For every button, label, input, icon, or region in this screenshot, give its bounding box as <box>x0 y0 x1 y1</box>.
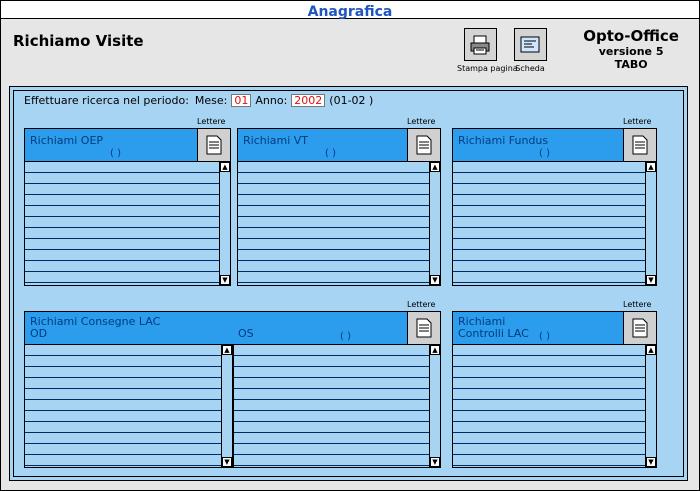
card-button[interactable]: Scheda <box>512 28 548 73</box>
month-field[interactable]: 01 <box>231 94 252 107</box>
panel-lac-od-list[interactable]: ▲ ▼ <box>24 345 233 468</box>
panel-fundus: Lettere Richiami Fundus ( ) ▲ ▼ <box>452 117 657 286</box>
window-title: Anagrafica <box>307 4 393 20</box>
letters-button-fundus[interactable] <box>623 128 657 162</box>
letters-label: Lettere <box>623 300 652 309</box>
arrow-down-icon[interactable]: ▼ <box>430 457 440 467</box>
printer-icon <box>470 35 490 54</box>
arrow-up-icon[interactable]: ▲ <box>646 162 656 172</box>
app-window: Anagrafica Richiamo Visite Stampa pagina… <box>0 0 700 491</box>
panel-oep: Lettere Richiami OEP ( ) ▲ ▼ <box>24 117 231 286</box>
panel-lac-os-list[interactable]: ▲ ▼ <box>233 345 441 468</box>
panel-oep-title: Richiami OEP <box>30 134 104 147</box>
card-label: Scheda <box>515 64 545 73</box>
letters-button-oep[interactable] <box>197 128 231 162</box>
panel-lac-controlli-count: ( ) <box>539 331 550 342</box>
document-icon <box>416 318 432 338</box>
scrollbar[interactable]: ▲ ▼ <box>221 345 232 467</box>
panel-lac-controlli-header: Richiami Controlli LAC <box>452 311 624 345</box>
panel-lac-consegne-title: Richiami Consegne LAC <box>30 315 161 328</box>
arrow-up-icon[interactable]: ▲ <box>646 345 656 355</box>
period-text: (01-02 ) <box>329 94 374 107</box>
panel-oep-count: ( ) <box>110 148 121 159</box>
arrow-up-icon[interactable]: ▲ <box>430 162 440 172</box>
od-label: OD <box>30 327 48 340</box>
title-bar: Anagrafica <box>1 1 699 20</box>
panel-vt-header: Richiami VT <box>237 128 408 162</box>
brand-version: versione 5 <box>598 45 664 58</box>
scrollbar[interactable]: ▲ ▼ <box>645 162 656 285</box>
arrow-up-icon[interactable]: ▲ <box>220 162 230 172</box>
letters-label: Lettere <box>197 117 226 126</box>
panel-lac-consegne: Lettere Richiami Consegne LAC OD OS ( ) … <box>24 300 441 468</box>
scrollbar[interactable]: ▲ ▼ <box>219 162 230 285</box>
panel-fundus-title: Richiami Fundus <box>458 134 549 147</box>
panel-lac-controlli: Lettere Richiami Controlli LAC ( ) ▲ ▼ <box>452 300 657 468</box>
arrow-down-icon[interactable]: ▼ <box>430 275 440 285</box>
scrollbar[interactable]: ▲ ▼ <box>429 345 440 467</box>
panel-lac-consegne-count: ( ) <box>340 331 351 342</box>
letters-label: Lettere <box>623 117 652 126</box>
panel-fundus-header: Richiami Fundus <box>452 128 624 162</box>
brand-user: TABO <box>614 58 648 71</box>
scrollbar[interactable]: ▲ ▼ <box>429 162 440 285</box>
panel-lac-controlli-list[interactable]: ▲ ▼ <box>452 345 657 468</box>
panel-oep-list[interactable]: ▲ ▼ <box>24 162 231 286</box>
panel-fundus-list[interactable]: ▲ ▼ <box>452 162 657 286</box>
panel-vt-count: ( ) <box>325 148 336 159</box>
arrow-down-icon[interactable]: ▼ <box>222 457 232 467</box>
panel-fundus-count: ( ) <box>539 148 550 159</box>
page-title: Richiamo Visite <box>13 32 144 50</box>
print-page-label: Stampa pagina <box>457 64 518 73</box>
main-panel: Effettuare ricerca nel periodo: Mese: 01… <box>9 86 688 481</box>
letters-button-lac-consegne[interactable] <box>407 311 441 345</box>
arrow-up-icon[interactable]: ▲ <box>430 345 440 355</box>
year-label: Anno: <box>255 94 288 107</box>
panel-vt-list[interactable]: ▲ ▼ <box>237 162 441 286</box>
print-page-button[interactable]: Stampa pagina <box>457 28 518 73</box>
year-field[interactable]: 2002 <box>291 94 326 107</box>
document-icon <box>632 135 648 155</box>
letters-label: Lettere <box>407 117 436 126</box>
document-icon <box>416 135 432 155</box>
letters-label: Lettere <box>407 300 436 309</box>
card-icon <box>520 36 540 52</box>
arrow-down-icon[interactable]: ▼ <box>220 275 230 285</box>
panel-vt: Lettere Richiami VT ( ) ▲ ▼ <box>237 117 441 286</box>
letters-button-vt[interactable] <box>407 128 441 162</box>
search-label: Effettuare ricerca nel periodo: <box>24 94 189 107</box>
document-icon <box>632 318 648 338</box>
os-label: OS <box>238 327 254 340</box>
arrow-up-icon[interactable]: ▲ <box>222 345 232 355</box>
panel-vt-title: Richiami VT <box>243 134 309 147</box>
scrollbar[interactable]: ▲ ▼ <box>645 345 656 467</box>
letters-button-lac-controlli[interactable] <box>623 311 657 345</box>
month-label: Mese: <box>194 94 228 107</box>
brand-block: Opto-Office versione 5 TABO <box>583 27 679 71</box>
search-bar: Effettuare ricerca nel periodo: Mese: 01… <box>24 94 373 107</box>
arrow-down-icon[interactable]: ▼ <box>646 275 656 285</box>
document-icon <box>206 135 222 155</box>
arrow-down-icon[interactable]: ▼ <box>646 457 656 467</box>
brand-name: Opto-Office <box>583 27 679 45</box>
